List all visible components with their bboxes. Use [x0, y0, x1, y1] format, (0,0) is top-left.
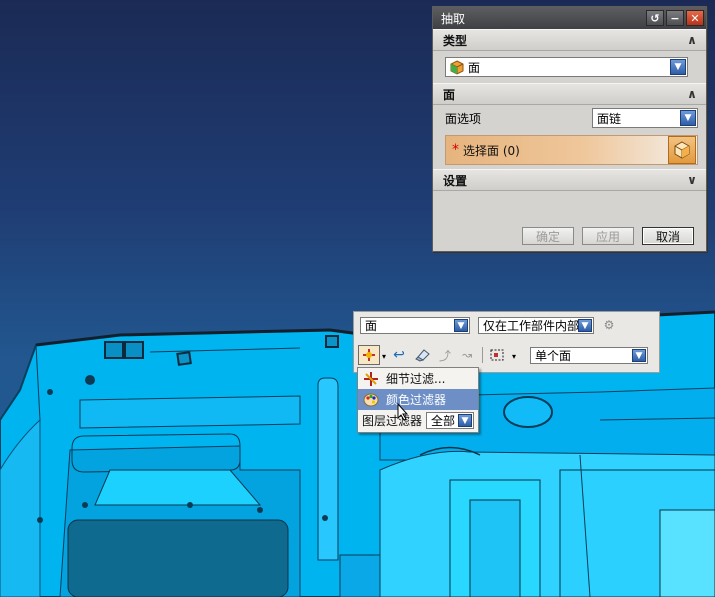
layer-filter-label: 图层过滤器	[362, 414, 423, 428]
menu-item-label: 细节过滤...	[386, 372, 446, 386]
close-icon[interactable]: ✕	[686, 10, 704, 26]
chevron-down-icon[interactable]: ▼	[578, 319, 592, 332]
section-settings-header[interactable]: 设置 ∨	[433, 169, 706, 191]
section-settings-label: 设置	[443, 173, 468, 188]
type-select-value: 面	[468, 60, 481, 75]
ok-button[interactable]: 确定	[522, 227, 574, 245]
select-face-row[interactable]: * 选择面 (0)	[445, 135, 698, 165]
selection-toolbar: 面 ▼ 仅在工作部件内部 ▼ ⚙ ▾ ↩ ⤴ ↝ ▾ 单个面 ▼	[353, 311, 660, 373]
eraser-icon[interactable]	[414, 346, 432, 364]
layer-filter-value: 全部	[431, 414, 456, 428]
menu-item-color-filter[interactable]: 颜色过滤器	[358, 389, 478, 410]
rectangle-select-icon[interactable]	[488, 346, 506, 364]
chevron-down-icon[interactable]: ▼	[632, 349, 646, 362]
palette-icon	[362, 391, 380, 409]
settings-gear-icon[interactable]: ⚙	[600, 316, 618, 334]
toolbar-separator	[482, 347, 483, 363]
dialog-titlebar[interactable]: 抽取 ↺ − ✕	[433, 7, 706, 29]
chevron-up-icon[interactable]: ∧	[684, 33, 700, 47]
filter-menu-button[interactable]	[358, 345, 380, 365]
dialog-title: 抽取	[441, 11, 466, 26]
face-rule-select[interactable]: 单个面 ▼	[530, 347, 648, 364]
type-select[interactable]: 面 ▼	[445, 57, 688, 77]
chevron-down-icon[interactable]: ▼	[458, 414, 473, 427]
filter-dropdown-menu: 细节过滤... 颜色过滤器 图层过滤器 全部 ▼	[357, 367, 479, 433]
cube-icon	[674, 141, 690, 159]
type-filter-value: 面	[365, 319, 378, 333]
chevron-down-icon[interactable]: ∨	[684, 173, 700, 187]
face-type-icon	[450, 60, 465, 78]
extract-dialog: 抽取 ↺ − ✕ 类型 ∧ 面 ▼ 面 ∧ 面选项 面链 ▼ * 选择面 (0)	[432, 6, 707, 252]
snap-curve-icon[interactable]: ↝	[458, 346, 476, 364]
scope-filter-select[interactable]: 仅在工作部件内部 ▼	[478, 317, 594, 334]
type-filter-select[interactable]: 面 ▼	[360, 317, 470, 334]
cancel-button[interactable]: 取消	[642, 227, 694, 245]
caret-down-icon[interactable]: ▾	[510, 347, 518, 365]
layer-filter-row: 图层过滤器 全部 ▼	[358, 410, 478, 431]
mouse-cursor-icon	[397, 403, 409, 421]
reset-icon[interactable]: ↺	[646, 10, 664, 26]
chevron-down-icon[interactable]: ▼	[454, 319, 468, 332]
section-type-header[interactable]: 类型 ∧	[433, 29, 706, 51]
detail-filter-icon	[362, 370, 380, 388]
menu-item-label: 颜色过滤器	[386, 393, 447, 407]
section-face-label: 面	[443, 87, 456, 102]
chevron-up-icon[interactable]: ∧	[684, 87, 700, 101]
section-face-header[interactable]: 面 ∧	[433, 83, 706, 105]
section-type-label: 类型	[443, 33, 468, 48]
filter-icon	[363, 349, 375, 361]
apply-button[interactable]: 应用	[582, 227, 634, 245]
layer-filter-select[interactable]: 全部 ▼	[426, 412, 475, 429]
select-face-label: 选择面 (0)	[463, 143, 520, 158]
undo-arrow-icon[interactable]: ↩	[390, 346, 408, 364]
face-rule-value: 单个面	[535, 349, 572, 363]
caret-down-icon[interactable]: ▾	[380, 347, 388, 365]
chevron-down-icon[interactable]: ▼	[680, 110, 696, 126]
minimize-icon[interactable]: −	[666, 10, 684, 26]
select-face-button[interactable]	[668, 136, 696, 164]
face-option-label: 面选项	[445, 111, 482, 126]
chevron-down-icon[interactable]: ▼	[670, 59, 686, 75]
menu-item-detail-filter[interactable]: 细节过滤...	[358, 368, 478, 389]
required-star-icon: *	[452, 142, 459, 158]
face-option-select[interactable]: 面链 ▼	[592, 108, 698, 128]
snap-point-icon[interactable]: ⤴	[436, 346, 454, 364]
scope-filter-value: 仅在工作部件内部	[483, 319, 580, 333]
face-option-value: 面链	[597, 111, 622, 126]
